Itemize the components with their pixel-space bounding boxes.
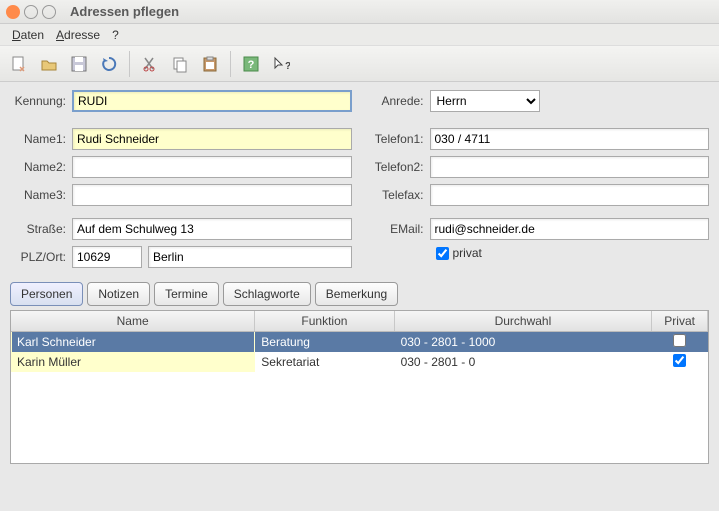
name1-input[interactable] <box>72 128 352 150</box>
telefon1-input[interactable] <box>430 128 710 150</box>
telefon2-input[interactable] <box>430 156 710 178</box>
svg-text:?: ? <box>285 61 290 72</box>
table-row[interactable]: Karl SchneiderBeratung030 - 2801 - 1000 <box>11 332 708 353</box>
tab-bemerkung[interactable]: Bemerkung <box>315 282 398 306</box>
tab-personen[interactable]: Personen <box>10 282 83 306</box>
tab-notizen[interactable]: Notizen <box>87 282 150 306</box>
menu-daten[interactable]: Daten <box>6 26 50 44</box>
cell-durchwahl: 030 - 2801 - 0 <box>394 352 652 372</box>
privat-label: privat <box>453 246 482 260</box>
name2-input[interactable] <box>72 156 352 178</box>
cell-privat <box>652 332 708 353</box>
strasse-label: Straße: <box>10 222 72 236</box>
telefax-label: Telefax: <box>368 188 430 202</box>
strasse-input[interactable] <box>72 218 352 240</box>
telefax-input[interactable] <box>430 184 710 206</box>
anrede-label: Anrede: <box>368 94 430 108</box>
titlebar: Adressen pflegen <box>0 0 719 24</box>
anrede-select[interactable]: Herrn <box>430 90 540 112</box>
tab-termine[interactable]: Termine <box>154 282 219 306</box>
toolbar: ? ? <box>0 46 719 82</box>
col-privat[interactable]: Privat <box>652 311 708 332</box>
name2-label: Name2: <box>10 160 72 174</box>
tab-schlagworte[interactable]: Schlagworte <box>223 282 311 306</box>
col-left: Kennung: Name1: Name2: Name3: Straße: PL… <box>10 90 352 274</box>
menubar: Daten Adresse ? <box>0 24 719 46</box>
plzort-label: PLZ/Ort: <box>10 250 72 264</box>
email-input[interactable] <box>430 218 710 240</box>
separator <box>129 51 130 77</box>
cell-funktion: Beratung <box>255 332 394 353</box>
menu-adresse[interactable]: Adresse <box>50 26 106 44</box>
window-title: Adressen pflegen <box>70 4 179 19</box>
cell-name: Karl Schneider <box>11 332 255 353</box>
telefon2-label: Telefon2: <box>368 160 430 174</box>
col-durchwahl[interactable]: Durchwahl <box>394 311 652 332</box>
row-privat-checkbox[interactable] <box>673 354 686 367</box>
copy-icon[interactable] <box>166 50 194 78</box>
email-label: EMail: <box>368 222 430 236</box>
open-icon[interactable] <box>35 50 63 78</box>
tabs: Personen Notizen Termine Schlagworte Bem… <box>0 278 719 306</box>
new-icon[interactable] <box>5 50 33 78</box>
name3-label: Name3: <box>10 188 72 202</box>
help-icon[interactable]: ? <box>237 50 265 78</box>
menu-help[interactable]: ? <box>106 26 125 44</box>
cell-durchwahl: 030 - 2801 - 1000 <box>394 332 652 353</box>
paste-icon[interactable] <box>196 50 224 78</box>
refresh-icon[interactable] <box>95 50 123 78</box>
cell-funktion: Sekretariat <box>255 352 394 372</box>
persons-table: Name Funktion Durchwahl Privat Karl Schn… <box>10 310 709 464</box>
kennung-label: Kennung: <box>10 94 72 108</box>
svg-text:?: ? <box>248 59 255 71</box>
col-funktion[interactable]: Funktion <box>255 311 394 332</box>
privat-checkbox[interactable] <box>436 247 449 260</box>
col-right: Anrede:Herrn Telefon1: Telefon2: Telefax… <box>368 90 710 274</box>
ort-input[interactable] <box>148 246 352 268</box>
close-icon[interactable] <box>6 5 20 19</box>
row-privat-checkbox[interactable] <box>673 334 686 347</box>
plz-input[interactable] <box>72 246 142 268</box>
name3-input[interactable] <box>72 184 352 206</box>
kennung-input[interactable] <box>72 90 352 112</box>
separator <box>230 51 231 77</box>
cut-icon[interactable] <box>136 50 164 78</box>
whatsthis-icon[interactable]: ? <box>267 50 295 78</box>
save-icon[interactable] <box>65 50 93 78</box>
telefon1-label: Telefon1: <box>368 132 430 146</box>
col-name[interactable]: Name <box>11 311 255 332</box>
name1-label: Name1: <box>10 132 72 146</box>
cell-privat <box>652 352 708 372</box>
form-area: Kennung: Name1: Name2: Name3: Straße: PL… <box>0 82 719 278</box>
maximize-icon[interactable] <box>42 5 56 19</box>
cell-name: Karin Müller <box>11 352 255 372</box>
table-row[interactable]: Karin MüllerSekretariat030 - 2801 - 0 <box>11 352 708 372</box>
minimize-icon[interactable] <box>24 5 38 19</box>
